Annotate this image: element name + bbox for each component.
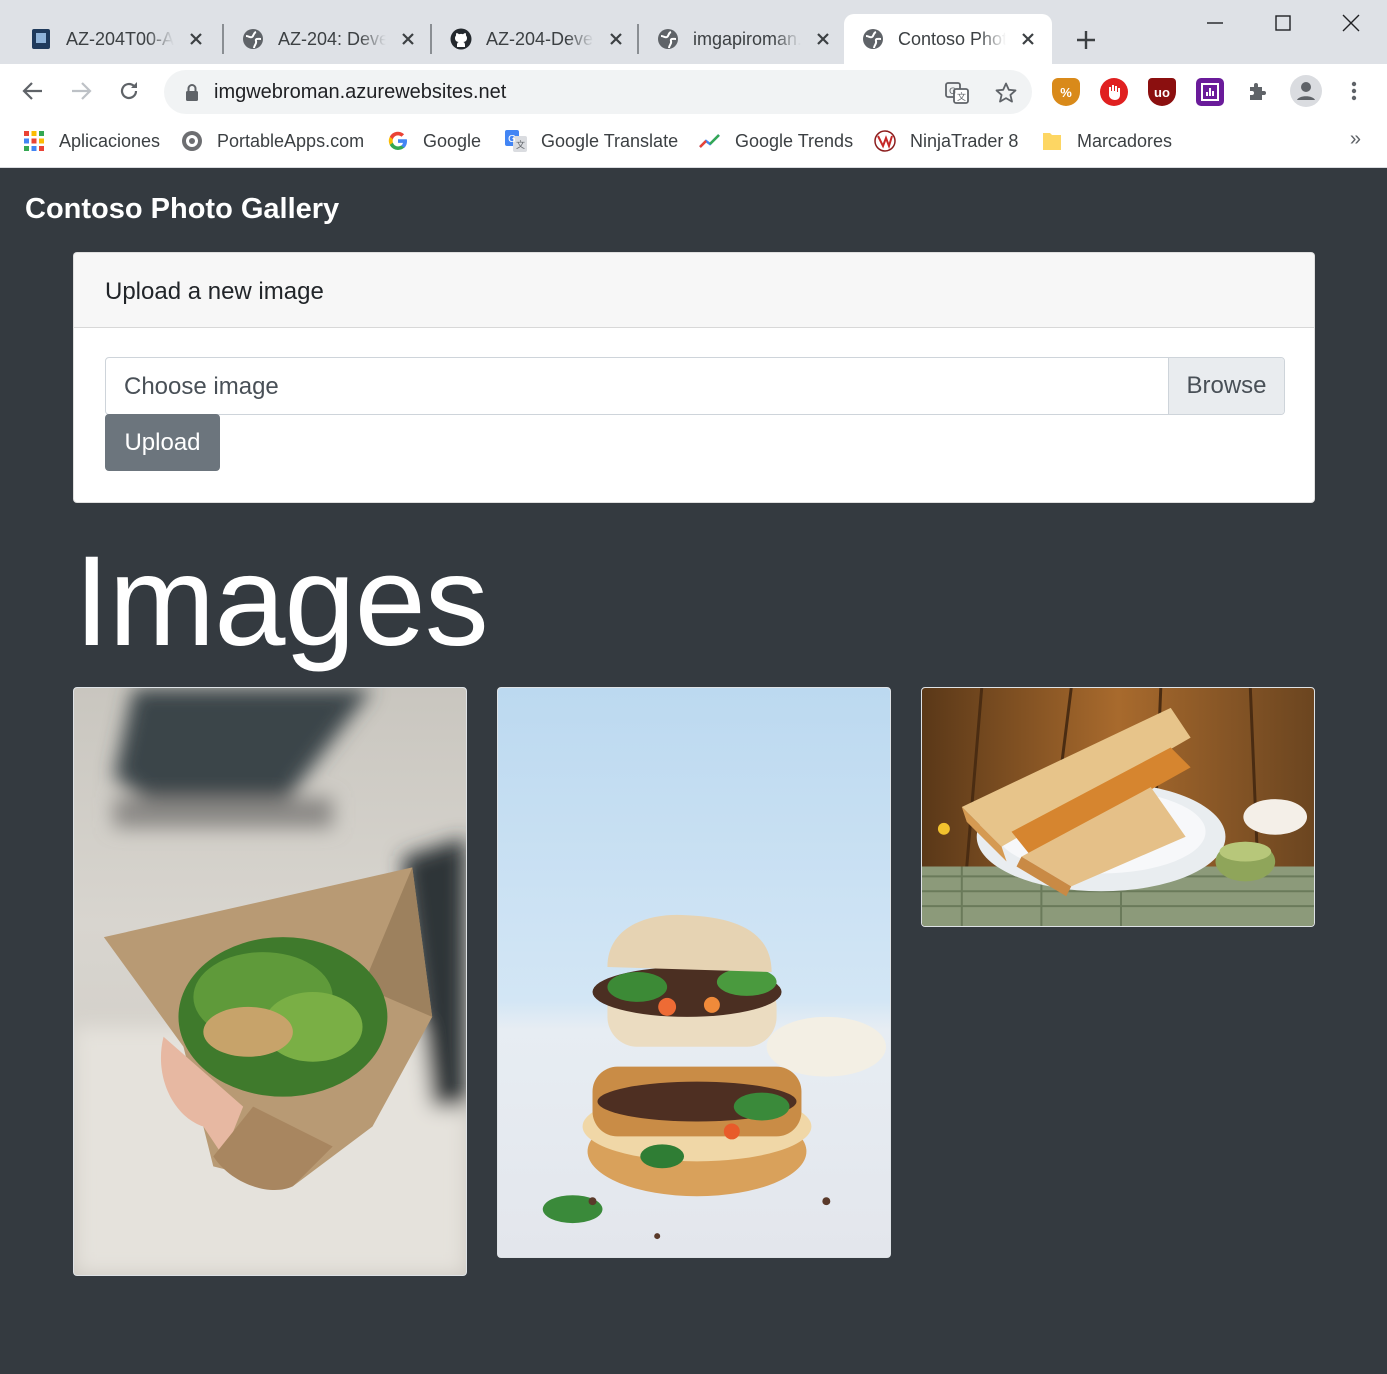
- globe-icon: [657, 28, 679, 50]
- address-bar[interactable]: imgwebroman.azurewebsites.net G文: [164, 70, 1032, 114]
- bookmark-label: NinjaTrader 8: [910, 130, 1019, 151]
- github-icon: [450, 28, 472, 50]
- tab-az204t00[interactable]: AZ-204T00-A: [0, 14, 220, 64]
- bookmark-label: Aplicaciones: [59, 130, 161, 151]
- profile-button[interactable]: [1289, 74, 1323, 108]
- url-text[interactable]: imgwebroman.azurewebsites.net: [214, 81, 506, 104]
- svg-text:文: 文: [957, 91, 966, 103]
- arrow-left-icon: [22, 82, 42, 100]
- bookmark-portableapps[interactable]: PortableApps.com: [181, 128, 364, 154]
- close-icon[interactable]: [1018, 29, 1038, 49]
- arrow-right-icon: [72, 82, 92, 100]
- tab-title: imgapiroman.: [693, 28, 801, 49]
- bookmarks-bar: Aplicaciones PortableApps.com Google G文 …: [0, 118, 1387, 168]
- google-icon: [387, 130, 409, 152]
- tab-imgapiroman[interactable]: imgapiroman.: [627, 14, 847, 64]
- google-translate-icon: G文: [505, 130, 527, 152]
- browse-button[interactable]: Browse: [1168, 358, 1284, 414]
- bookmark-label: Marcadores: [1077, 130, 1173, 151]
- trends-icon: [699, 130, 721, 152]
- maximize-icon: [1275, 15, 1291, 31]
- globe-icon: [242, 28, 264, 50]
- maximize-button[interactable]: [1266, 6, 1300, 40]
- svg-text:文: 文: [516, 139, 525, 151]
- translate-icon[interactable]: G文: [944, 80, 970, 106]
- file-input-placeholder: Choose image: [124, 373, 279, 400]
- back-button[interactable]: [16, 74, 50, 108]
- bookmark-label: Google Translate: [541, 130, 679, 151]
- ninjatrader-icon: [874, 130, 896, 152]
- bookmark-label: Google: [423, 130, 482, 151]
- gallery-image[interactable]: [497, 687, 891, 1258]
- avatar-icon: [1290, 75, 1322, 107]
- navbar-brand[interactable]: Contoso Photo Gallery: [25, 193, 339, 226]
- kebab-menu-icon: [1351, 81, 1357, 101]
- tab-title: AZ-204: Devel: [278, 28, 386, 49]
- browser-toolbar: imgwebroman.azurewebsites.net G文 % uo: [0, 64, 1387, 118]
- tab-az204-devel[interactable]: AZ-204: Devel: [212, 14, 432, 64]
- bookmark-google-translate[interactable]: G文 Google Translate: [505, 128, 678, 154]
- bookmark-label: PortableApps.com: [217, 130, 365, 151]
- close-icon[interactable]: [606, 29, 626, 49]
- images-heading: Images: [74, 530, 489, 673]
- adblock-extension-icon[interactable]: [1100, 78, 1128, 106]
- minimize-button[interactable]: [1198, 6, 1232, 40]
- image-file-input[interactable]: Choose image Browse: [105, 357, 1285, 415]
- close-icon[interactable]: [186, 29, 206, 49]
- tab-title: AZ-204-Devel: [486, 28, 594, 49]
- tab-github-az204[interactable]: AZ-204-Devel: [420, 14, 640, 64]
- gallery-image[interactable]: [921, 687, 1315, 927]
- upload-card: Upload a new image Choose image Browse U…: [73, 252, 1315, 503]
- portableapps-icon: [181, 130, 203, 152]
- close-icon[interactable]: [813, 29, 833, 49]
- upload-button[interactable]: Upload: [105, 414, 220, 471]
- menu-button[interactable]: [1337, 74, 1371, 108]
- bookmark-google[interactable]: Google: [387, 128, 481, 154]
- tab-contoso-photo[interactable]: Contoso Phot: [844, 14, 1052, 64]
- ublock-extension-icon[interactable]: uo: [1148, 78, 1176, 106]
- forward-button[interactable]: [64, 74, 98, 108]
- minimize-icon: [1207, 22, 1223, 24]
- book-icon: [30, 28, 52, 50]
- extensions-button[interactable]: [1241, 74, 1275, 108]
- lock-icon[interactable]: [182, 82, 202, 102]
- bookmarks-overflow-button[interactable]: »: [1350, 128, 1361, 151]
- apps-grid-icon: [23, 130, 45, 152]
- svg-text:G: G: [949, 87, 956, 97]
- globe-icon: [862, 28, 884, 50]
- bookmark-folder-marcadores[interactable]: Marcadores: [1041, 128, 1172, 154]
- star-icon[interactable]: [993, 80, 1019, 106]
- close-window-button[interactable]: [1334, 6, 1368, 40]
- tab-title: AZ-204T00-A: [66, 28, 174, 49]
- upload-card-header: Upload a new image: [74, 253, 1314, 328]
- folder-icon: [1041, 130, 1063, 152]
- bookmark-ninjatrader[interactable]: NinjaTrader 8: [874, 128, 1018, 154]
- reload-icon: [120, 82, 138, 100]
- tab-strip: AZ-204T00-A AZ-204: Devel AZ-204-Devel i…: [0, 0, 1387, 64]
- bookmark-apps[interactable]: Aplicaciones: [23, 128, 160, 154]
- svg-text:G: G: [508, 134, 516, 145]
- new-tab-button[interactable]: [1070, 24, 1102, 56]
- gallery-image[interactable]: [73, 687, 467, 1276]
- analytics-extension-icon[interactable]: [1196, 78, 1224, 106]
- tab-title: Contoso Phot: [898, 28, 1006, 49]
- bookmark-google-trends[interactable]: Google Trends: [699, 128, 853, 154]
- puzzle-icon: [1250, 83, 1266, 100]
- reload-button[interactable]: [112, 74, 146, 108]
- plus-icon: [1077, 31, 1095, 49]
- coupon-extension-icon[interactable]: %: [1052, 78, 1080, 106]
- close-icon: [1342, 14, 1360, 32]
- bookmark-label: Google Trends: [735, 130, 854, 151]
- close-icon[interactable]: [398, 29, 418, 49]
